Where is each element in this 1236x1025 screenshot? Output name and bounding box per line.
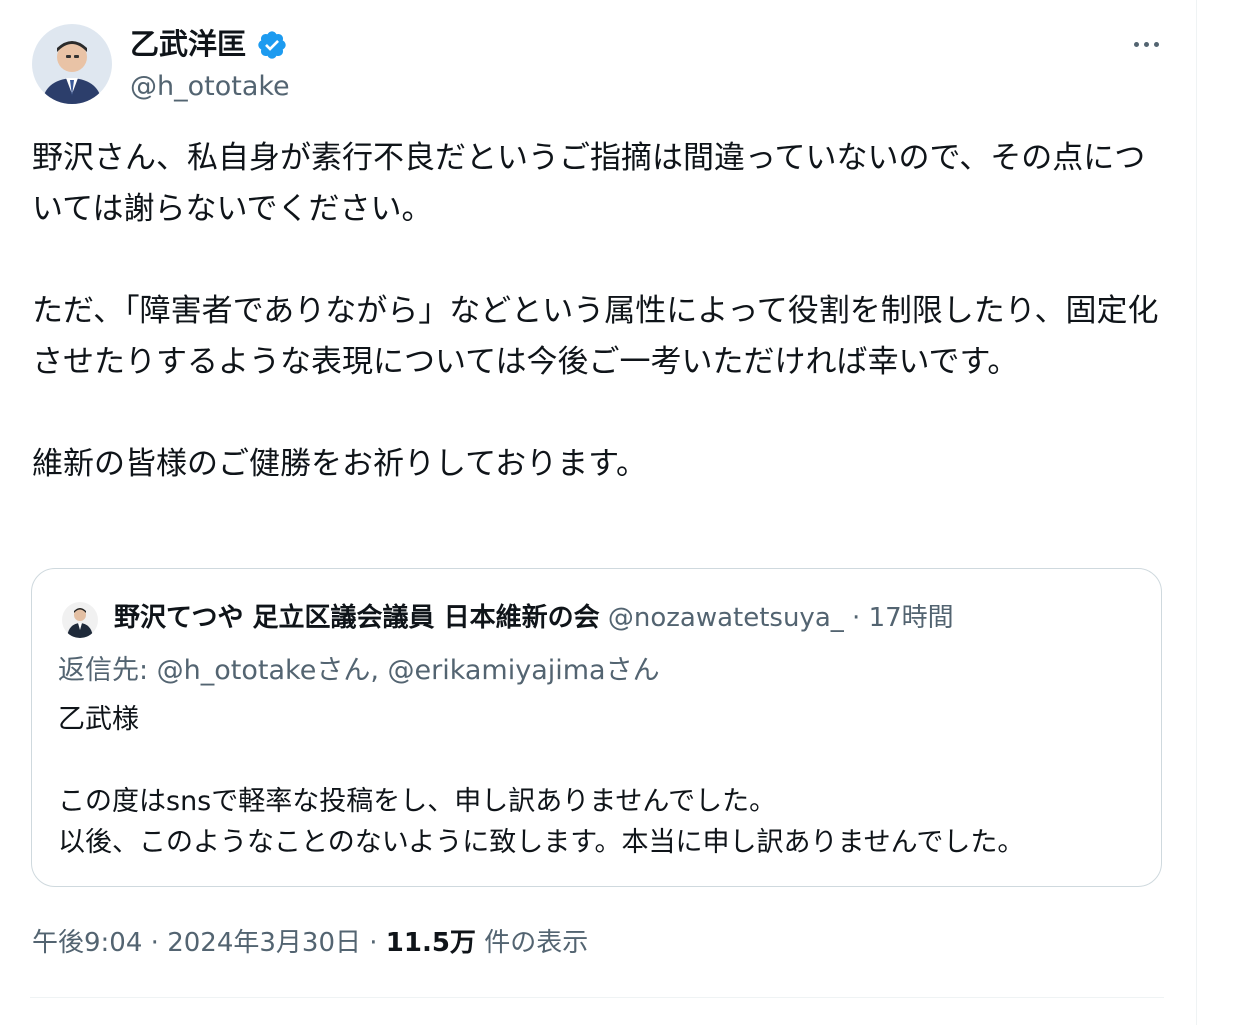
- separator-dot: ·: [150, 928, 159, 958]
- author-display-name[interactable]: 乙武洋匡: [130, 26, 246, 62]
- tweet-paragraph: 維新の皆様のご健勝をお祈りしております。: [32, 446, 648, 482]
- tweet-meta-line: 午後9:04 · 2024年3月30日 · 11.5万 件の表示: [32, 924, 588, 962]
- quoted-author-avatar[interactable]: [62, 602, 98, 638]
- tweet-time[interactable]: 午後9:04: [32, 928, 142, 958]
- divider: [30, 997, 1164, 998]
- tweet-paragraph: 野沢さん、私自身が素行不良だというご指摘は間違っていないので、その点については謝…: [32, 140, 1146, 227]
- quoted-tweet-header: 野沢てつや 足立区議会議員 日本維新の会 @nozawatetsuya_ · 1…: [114, 599, 954, 637]
- quoted-tweet-text: 乙武様 この度はsnsで軽率な投稿をし、申し訳ありませんでした。 以後、このよう…: [58, 699, 1024, 863]
- quoted-line: この度はsnsで軽率な投稿をし、申し訳ありませんでした。: [58, 786, 777, 817]
- separator-dot: ·: [852, 603, 861, 633]
- more-options-button[interactable]: [1124, 26, 1168, 62]
- quoted-tweet-time[interactable]: 17時間: [869, 603, 954, 633]
- tweet-date[interactable]: 2024年3月30日: [167, 928, 361, 958]
- quoted-line: 以後、このようなことのないように致します。本当に申し訳ありませんでした。: [58, 827, 1025, 858]
- quoted-author-handle[interactable]: @nozawatetsuya_: [608, 603, 844, 633]
- quoted-tweet-card[interactable]: 野沢てつや 足立区議会議員 日本維新の会 @nozawatetsuya_ · 1…: [31, 568, 1162, 887]
- separator-dot: ·: [369, 928, 378, 958]
- quoted-author-name[interactable]: 野沢てつや 足立区議会議員 日本維新の会: [114, 603, 600, 633]
- column-divider: [1196, 0, 1197, 1025]
- views-count: 11.5万: [385, 928, 476, 958]
- verified-badge-icon: [256, 29, 288, 61]
- author-avatar[interactable]: [32, 24, 112, 104]
- more-horizontal-icon: [1133, 41, 1139, 47]
- views-label: 件の表示: [484, 928, 589, 958]
- author-handle[interactable]: @h_ototake: [130, 70, 290, 104]
- reply-to-line: 返信先: @h_ototakeさん, @erikamiyajimaさん: [58, 655, 660, 686]
- tweet-paragraph: ただ、「障害者でありながら」などという属性によって役割を制限したり、固定化させた…: [32, 293, 1159, 380]
- quoted-line: 乙武様: [58, 704, 139, 735]
- tweet-text: 野沢さん、私自身が素行不良だというご指摘は間違っていないので、その点については謝…: [32, 133, 1166, 490]
